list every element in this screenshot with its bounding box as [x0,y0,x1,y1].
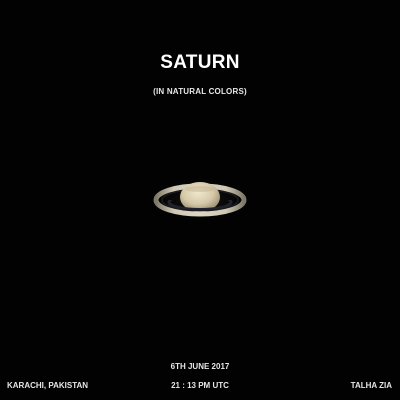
photo-subtitle: (IN NATURAL COLORS) [153,87,247,96]
photo-title: SATURN [160,52,240,73]
saturn-planet [150,175,250,225]
capture-date: 6TH JUNE 2017 [170,362,230,371]
astrophoto-canvas: SATURN (IN NATURAL COLORS) 6TH JUNE 2017… [0,0,400,400]
capture-location: KARACHI, PAKISTAN [7,381,89,390]
saturn-planet-graphic [150,175,250,225]
planet-band [185,186,215,192]
photographer-credit: TALHA ZIA [350,381,392,390]
